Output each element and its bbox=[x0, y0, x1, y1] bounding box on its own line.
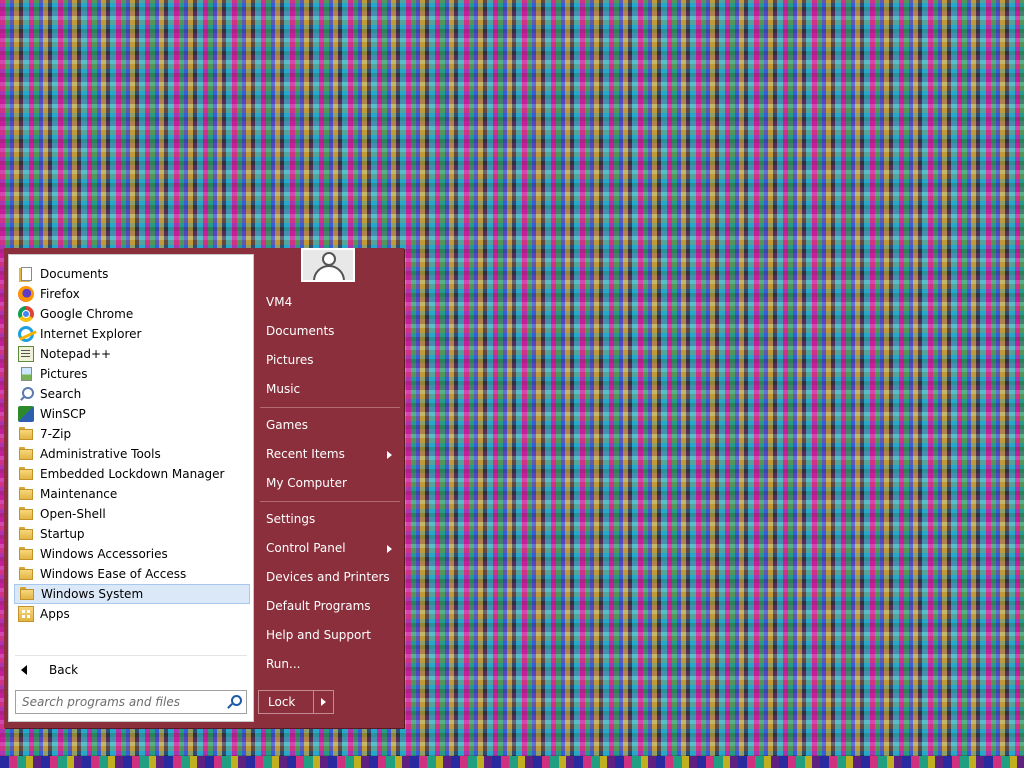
program-label: Windows Ease of Access bbox=[40, 567, 187, 581]
program-item-internet-explorer[interactable]: Internet Explorer bbox=[14, 324, 250, 344]
program-label: WinSCP bbox=[40, 407, 86, 421]
program-label: 7-Zip bbox=[40, 427, 72, 441]
shutdown-options-arrow-icon[interactable] bbox=[314, 690, 334, 714]
menu-item-devices-and-printers[interactable]: Devices and Printers bbox=[258, 563, 404, 592]
program-item-documents[interactable]: Documents bbox=[14, 264, 250, 284]
menu-item-control-panel[interactable]: Control Panel bbox=[258, 534, 404, 563]
menu-item-user[interactable]: VM4 bbox=[258, 288, 404, 317]
start-menu: Documents Firefox Google Chrome Internet… bbox=[4, 248, 404, 728]
program-label: Internet Explorer bbox=[40, 327, 142, 341]
folder-icon bbox=[18, 546, 34, 562]
folder-icon bbox=[18, 446, 34, 462]
menu-item-my-computer[interactable]: My Computer bbox=[258, 469, 404, 498]
user-avatar[interactable] bbox=[301, 248, 355, 282]
folder-icon bbox=[19, 586, 35, 602]
program-label: Startup bbox=[40, 527, 85, 541]
program-list: Documents Firefox Google Chrome Internet… bbox=[14, 264, 250, 624]
winscp-icon bbox=[18, 406, 34, 422]
menu-item-music[interactable]: Music bbox=[258, 375, 404, 404]
program-label: Maintenance bbox=[40, 487, 118, 501]
documents-icon bbox=[18, 266, 34, 282]
search-icon[interactable] bbox=[226, 694, 242, 710]
menu-separator bbox=[260, 501, 400, 502]
program-item-firefox[interactable]: Firefox bbox=[14, 284, 250, 304]
folder-icon bbox=[18, 466, 34, 482]
program-item-7-zip[interactable]: 7-Zip bbox=[14, 424, 250, 444]
program-label: Apps bbox=[40, 607, 70, 621]
program-item-embedded-lockdown-manager[interactable]: Embedded Lockdown Manager bbox=[14, 464, 250, 484]
internet-explorer-icon bbox=[18, 326, 34, 342]
back-button[interactable]: Back bbox=[21, 660, 78, 680]
menu-item-default-programs[interactable]: Default Programs bbox=[258, 592, 404, 621]
program-item-winscp[interactable]: WinSCP bbox=[14, 404, 250, 424]
program-item-maintenance[interactable]: Maintenance bbox=[14, 484, 250, 504]
program-label: Search bbox=[40, 387, 82, 401]
program-item-apps[interactable]: Apps bbox=[14, 604, 250, 624]
back-label: Back bbox=[49, 663, 79, 677]
menu-item-help-and-support[interactable]: Help and Support bbox=[258, 621, 404, 650]
folder-icon bbox=[18, 506, 34, 522]
back-arrow-icon bbox=[21, 665, 27, 675]
program-label: Embedded Lockdown Manager bbox=[40, 467, 225, 481]
user-head bbox=[322, 252, 336, 266]
menu-item-pictures[interactable]: Pictures bbox=[258, 346, 404, 375]
apps-folder-icon bbox=[18, 606, 34, 622]
folder-icon bbox=[18, 426, 34, 442]
lock-button[interactable]: Lock bbox=[258, 690, 314, 714]
user-silhouette-icon bbox=[313, 265, 345, 280]
search-box bbox=[15, 690, 247, 714]
lock-group: Lock bbox=[258, 690, 334, 714]
folder-icon bbox=[18, 486, 34, 502]
program-label: Windows System bbox=[41, 587, 144, 601]
menu-item-documents[interactable]: Documents bbox=[258, 317, 404, 346]
program-item-notepad-plus-plus[interactable]: Notepad++ bbox=[14, 344, 250, 364]
program-item-windows-system[interactable]: Windows System bbox=[14, 584, 250, 604]
search-input[interactable] bbox=[16, 692, 226, 712]
folder-icon bbox=[18, 526, 34, 542]
search-icon bbox=[18, 386, 34, 402]
notepad-plus-plus-icon bbox=[18, 346, 34, 362]
pane-divider bbox=[15, 655, 247, 656]
programs-pane: Documents Firefox Google Chrome Internet… bbox=[8, 254, 254, 722]
program-label: Notepad++ bbox=[40, 347, 112, 361]
pictures-icon bbox=[18, 366, 34, 382]
folder-icon bbox=[18, 566, 34, 582]
program-item-google-chrome[interactable]: Google Chrome bbox=[14, 304, 250, 324]
menu-item-recent-items[interactable]: Recent Items bbox=[258, 440, 404, 469]
places-pane: VM4 Documents Pictures Music Games Recen… bbox=[258, 288, 404, 679]
program-label: Firefox bbox=[40, 287, 80, 301]
program-label: Administrative Tools bbox=[40, 447, 161, 461]
menu-item-run[interactable]: Run... bbox=[258, 650, 404, 679]
chrome-icon bbox=[18, 306, 34, 322]
program-label: Google Chrome bbox=[40, 307, 134, 321]
program-item-open-shell[interactable]: Open-Shell bbox=[14, 504, 250, 524]
menu-separator bbox=[260, 407, 400, 408]
menu-item-settings[interactable]: Settings bbox=[258, 505, 404, 534]
program-item-windows-ease-of-access[interactable]: Windows Ease of Access bbox=[14, 564, 250, 584]
program-item-administrative-tools[interactable]: Administrative Tools bbox=[14, 444, 250, 464]
program-item-pictures[interactable]: Pictures bbox=[14, 364, 250, 384]
program-label: Pictures bbox=[40, 367, 88, 381]
program-item-search[interactable]: Search bbox=[14, 384, 250, 404]
menu-item-games[interactable]: Games bbox=[258, 411, 404, 440]
program-label: Documents bbox=[40, 267, 109, 281]
program-label: Windows Accessories bbox=[40, 547, 168, 561]
taskbar-strip bbox=[0, 756, 1024, 768]
program-item-startup[interactable]: Startup bbox=[14, 524, 250, 544]
program-item-windows-accessories[interactable]: Windows Accessories bbox=[14, 544, 250, 564]
firefox-icon bbox=[18, 286, 34, 302]
program-label: Open-Shell bbox=[40, 507, 106, 521]
